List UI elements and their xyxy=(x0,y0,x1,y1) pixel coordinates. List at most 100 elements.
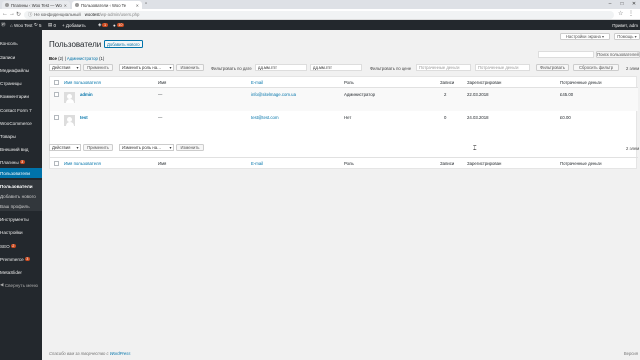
screen-options-button[interactable]: Настройки экрана ▾ xyxy=(560,33,610,40)
premmerce-badge: 3 xyxy=(24,257,30,261)
comments-link[interactable]: ▤ 0 xyxy=(48,20,56,30)
sidebar-item-settings[interactable]: Настройки xyxy=(0,227,42,237)
security-label: Не конфиденциальный xyxy=(34,12,81,17)
spent-max-input[interactable]: Потраченные деньги xyxy=(475,64,530,71)
reset-filter-button[interactable]: Сбросить фильтр xyxy=(573,64,619,71)
sidebar-item-plugins[interactable]: Плагины 3 xyxy=(0,157,42,167)
help-button[interactable]: Помощь ▾ xyxy=(614,33,640,40)
sidebar-item-tools[interactable]: Инструменты xyxy=(0,214,42,224)
star-icon[interactable]: ☆ xyxy=(618,10,623,17)
search-users-button[interactable]: Поиск пользователей xyxy=(596,51,640,58)
close-window-icon[interactable]: ✕ xyxy=(628,0,640,9)
sidebar-item-label: SEO xyxy=(0,243,10,249)
column-email[interactable]: E-mail xyxy=(251,80,263,85)
bulk-actions-select[interactable]: Действия xyxy=(49,64,81,71)
sidebar-item-label: Товары xyxy=(0,133,16,139)
sidebar-item-pages[interactable]: Страницы xyxy=(0,78,42,88)
spent-min-input[interactable]: Потраченные деньги xyxy=(416,64,471,71)
row-checkbox[interactable] xyxy=(54,115,59,120)
column-money-spent: Потраченные деньги xyxy=(560,80,602,85)
wordpress-icon xyxy=(5,3,9,7)
menu-icon[interactable]: ⋮ xyxy=(628,10,634,17)
change-role-button-bottom[interactable]: Изменить xyxy=(176,144,204,151)
new-tab-button[interactable]: ▫ xyxy=(145,1,147,7)
info-icon[interactable]: ⓘ xyxy=(28,12,32,18)
wp-logo-icon[interactable]: Ⓦ xyxy=(1,20,6,30)
column-registered: Зарегистрирован xyxy=(467,80,502,85)
close-icon[interactable]: ✕ xyxy=(64,3,67,8)
bulk-actions-select-bottom[interactable]: Действия xyxy=(49,144,81,151)
submenu-item-all-users[interactable]: Пользователи xyxy=(0,181,42,191)
filter-button[interactable]: Фильтровать xyxy=(536,64,569,71)
filter-all[interactable]: Все xyxy=(49,56,57,61)
wordpress-link[interactable]: WordPress xyxy=(110,351,131,356)
user-email[interactable]: info@sitelmage.com.ua xyxy=(251,92,296,97)
sidebar-item-label: Медиафайлы xyxy=(0,67,30,73)
notifications-link[interactable]: ● 10 xyxy=(113,20,124,30)
user-posts[interactable]: 2 xyxy=(444,92,446,97)
sidebar-item-metaslider[interactable]: MetaSlider xyxy=(0,267,42,277)
sidebar-item-products[interactable]: Товары xyxy=(0,131,42,141)
sidebar-item-users[interactable]: Пользователи xyxy=(0,168,42,178)
items-count-bottom: 2 элем xyxy=(626,145,640,151)
column-username[interactable]: Имя пользователя xyxy=(64,161,101,166)
user-posts[interactable]: 0 xyxy=(444,115,446,120)
sidebar-item-comments[interactable]: Комментарии xyxy=(0,91,42,101)
column-email[interactable]: E-mail xyxy=(251,161,263,166)
sidebar-item-premmerce[interactable]: Premmerce 3 xyxy=(0,254,42,264)
apply-button-bottom[interactable]: Применить xyxy=(83,144,113,151)
avatar xyxy=(64,115,75,126)
sidebar-item-media[interactable]: Медиафайлы xyxy=(0,65,42,75)
account-link[interactable]: Привет, adm xyxy=(612,20,638,30)
url-field[interactable]: ⓘ Не конфиденциальный wootest/wp-admin/u… xyxy=(24,10,614,19)
address-bar: ← → ↻ ⓘ Не конфиденциальный wootest/wp-a… xyxy=(0,9,640,20)
site-name-link[interactable]: ⌂ Woo Test xyxy=(10,20,33,30)
date-from-input[interactable]: дд.мм.гггг xyxy=(255,64,307,71)
sidebar-item-seo[interactable]: SEO 2 xyxy=(0,241,42,251)
browser-tab-plugins[interactable]: Плагины ‹ Woo Test — Wo ✕ xyxy=(2,1,70,9)
plugin-badge-link[interactable]: ◈ 1 xyxy=(98,20,108,30)
change-role-select-bottom[interactable]: Изменить роль на… xyxy=(119,144,174,151)
sidebar-item-label: Contact Form 7 xyxy=(0,107,32,113)
maximize-icon[interactable]: □ xyxy=(616,0,628,9)
submenu-label: Пользователи xyxy=(0,183,33,189)
add-new-link[interactable]: + Добавить xyxy=(62,20,86,30)
row-checkbox[interactable] xyxy=(54,92,59,97)
select-all-checkbox[interactable] xyxy=(54,80,59,85)
wp-admin-bar: Ⓦ ⌂ Woo Test ↻ 5 ▤ 0 + Добавить ◈ 1 ● 10 П… xyxy=(0,20,640,30)
items-count: 2 элем xyxy=(626,65,640,71)
column-registered: Зарегистрирован xyxy=(467,161,502,166)
change-role-select[interactable]: Изменить роль на… xyxy=(119,64,174,71)
column-username[interactable]: Имя пользователя xyxy=(64,80,101,85)
forward-icon[interactable]: → xyxy=(9,11,15,17)
reload-icon[interactable]: ↻ xyxy=(16,11,21,18)
sidebar-item-dashboard[interactable]: Консоль xyxy=(0,38,42,48)
user-email[interactable]: test@test.com xyxy=(251,115,279,120)
collapse-menu-button[interactable]: ◀ Свернуть меню xyxy=(0,280,42,290)
submenu-item-profile[interactable]: Ваш профиль xyxy=(0,201,42,211)
filter-administrator[interactable]: Администратор xyxy=(67,56,98,61)
close-icon[interactable]: ✕ xyxy=(136,3,139,8)
username-link[interactable]: test xyxy=(80,115,88,120)
minimize-icon[interactable]: – xyxy=(604,0,616,9)
submenu-item-add-new[interactable]: Добавить нового xyxy=(0,191,42,201)
search-input[interactable] xyxy=(538,51,594,58)
add-new-user-button[interactable]: Добавить нового xyxy=(104,40,143,48)
sidebar-item-appearance[interactable]: Внешний вид xyxy=(0,144,42,154)
back-icon[interactable]: ← xyxy=(2,11,8,17)
sidebar-item-label: Страницы xyxy=(0,80,22,86)
sidebar-item-contact-form[interactable]: Contact Form 7 xyxy=(0,105,42,115)
select-all-checkbox[interactable] xyxy=(54,161,59,166)
user-registered: 22.03.2018 xyxy=(467,92,489,97)
sidebar-item-posts[interactable]: Записи xyxy=(0,52,42,62)
change-role-button[interactable]: Изменить xyxy=(176,64,204,71)
screen-options-label: Настройки экрана xyxy=(565,34,601,39)
username-link[interactable]: admin xyxy=(80,92,93,97)
version-label: Версия xyxy=(623,351,638,356)
browser-tab-users[interactable]: Пользователи ‹ Woo Te ✕ xyxy=(72,1,142,9)
column-name: Имя xyxy=(158,80,167,85)
apply-button[interactable]: Применить xyxy=(83,64,113,71)
sidebar-item-woocommerce[interactable]: WooCommerce xyxy=(0,118,42,128)
updates-link[interactable]: ↻ 5 xyxy=(34,20,42,30)
date-to-input[interactable]: дд.мм.гггг xyxy=(310,64,362,71)
